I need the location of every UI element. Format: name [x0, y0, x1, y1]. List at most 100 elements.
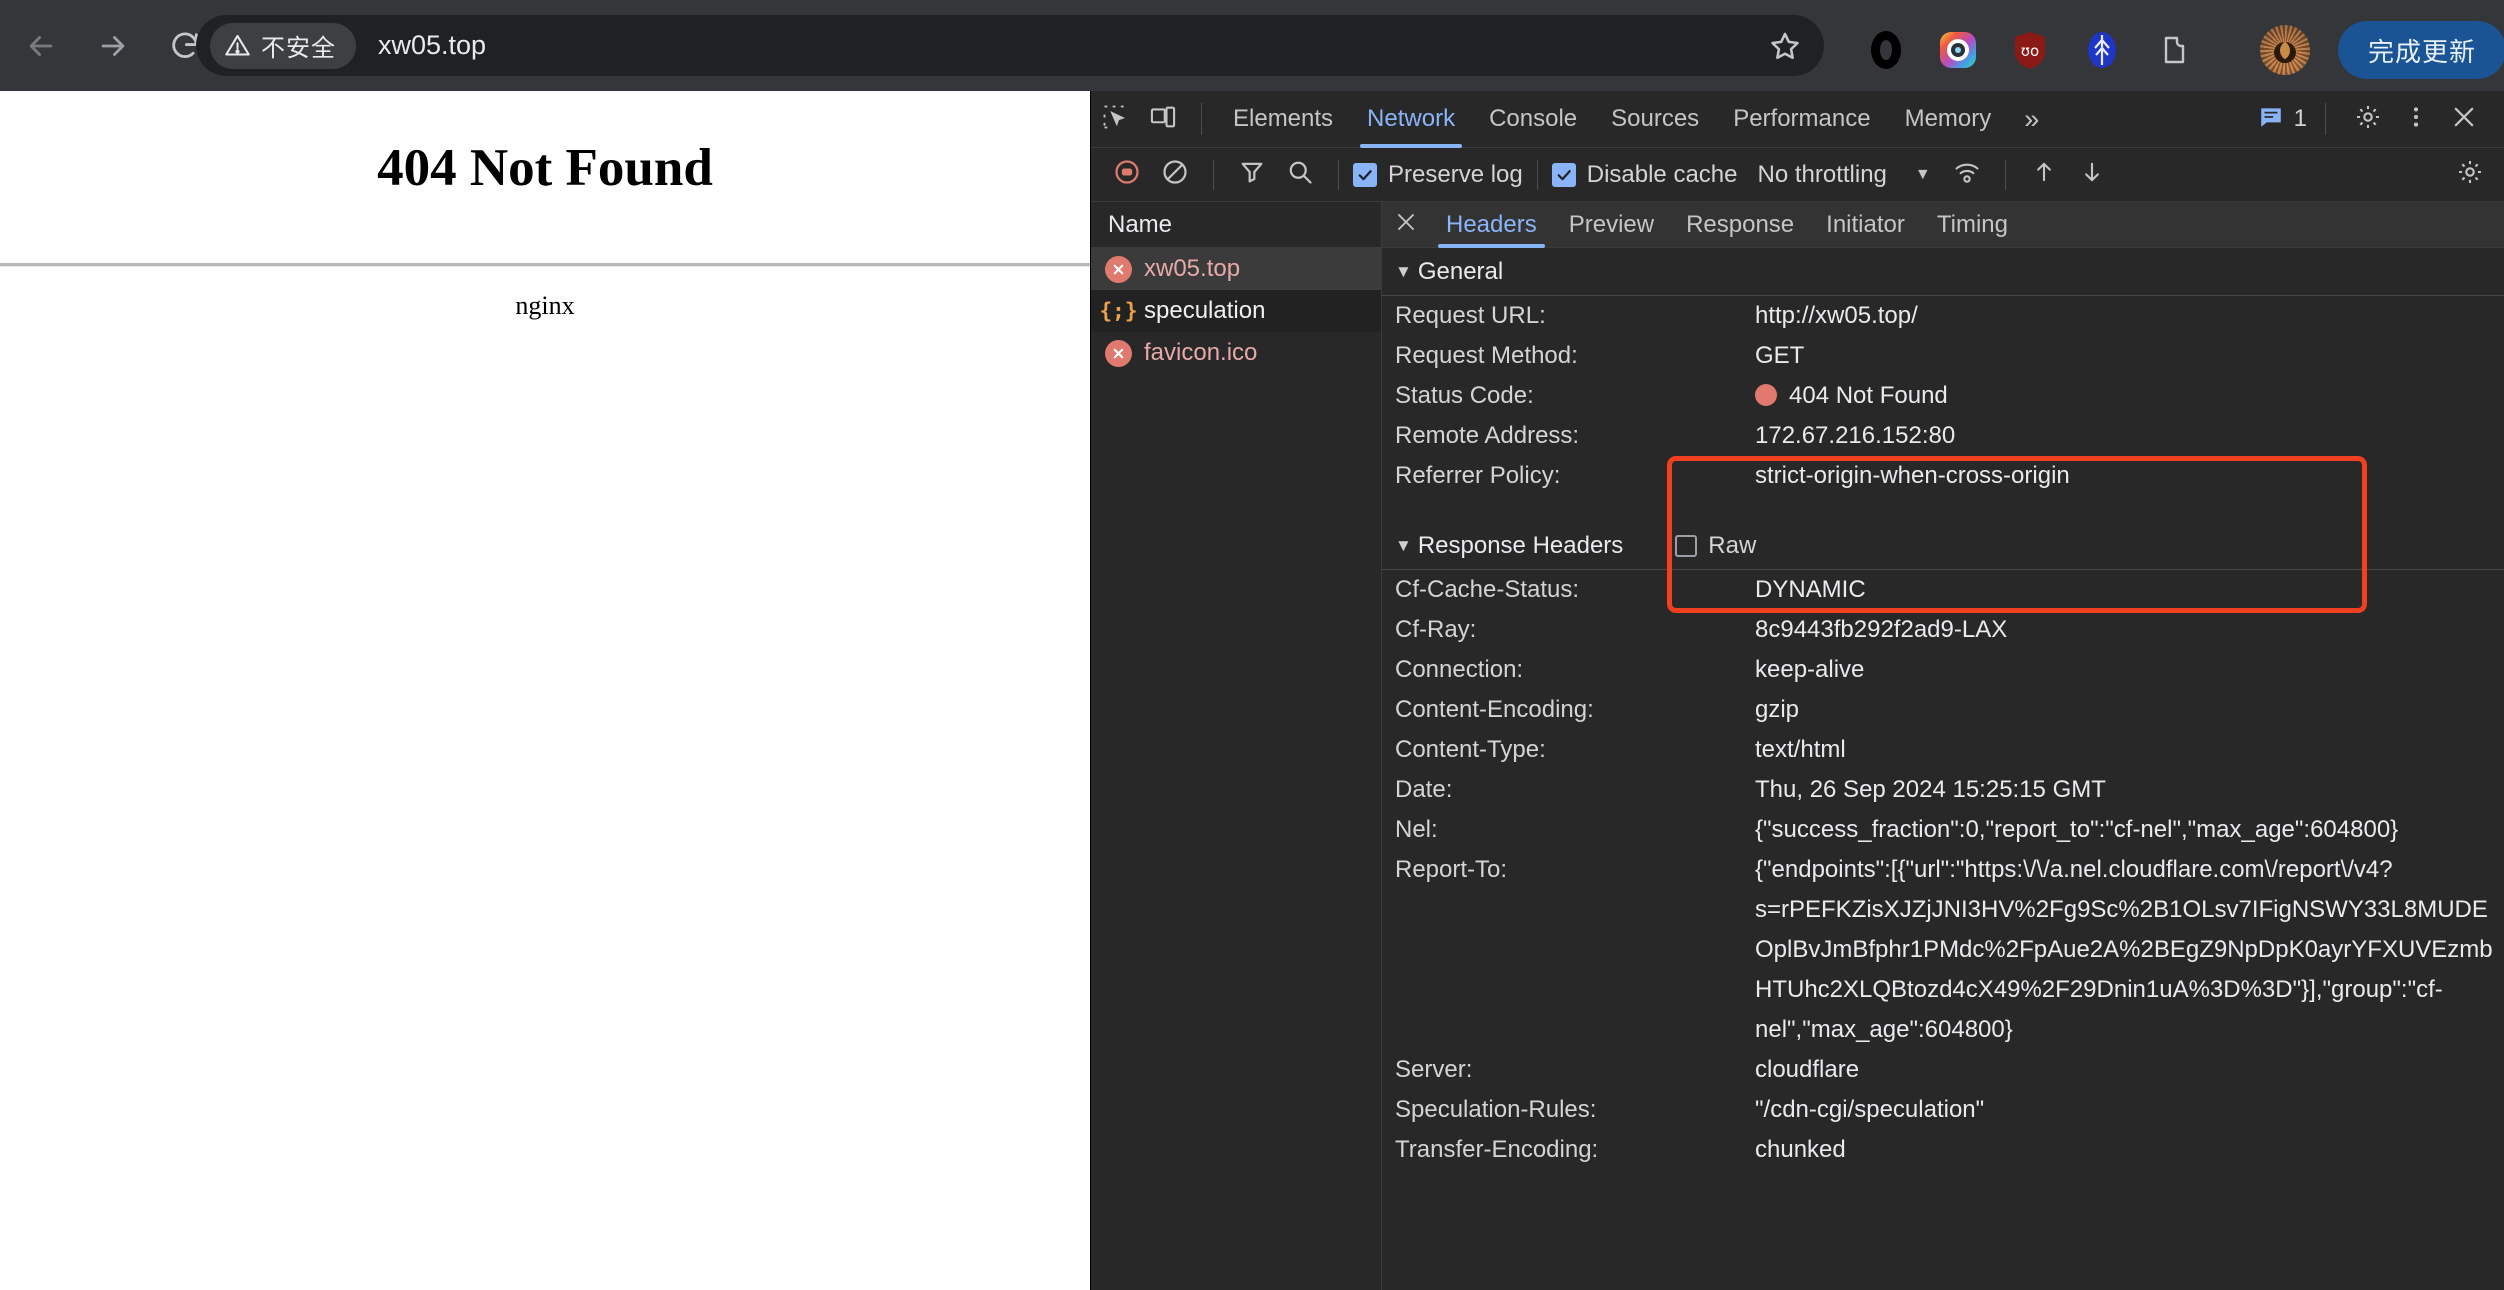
- finish-update-button[interactable]: 完成更新: [2338, 21, 2504, 79]
- row-value: {"endpoints":[{"url":"https:\/\/a.nel.cl…: [1755, 856, 2493, 1043]
- tab-performance[interactable]: Performance: [1716, 91, 1887, 148]
- request-name: speculation: [1144, 297, 1266, 324]
- general-section-header[interactable]: ▼ General: [1382, 248, 2504, 296]
- address-bar-url: xw05.top: [378, 30, 487, 60]
- tab-console[interactable]: Console: [1472, 91, 1594, 148]
- filter-icon: [1238, 158, 1266, 191]
- close-detail-button[interactable]: [1382, 210, 1430, 239]
- gear-icon: [2456, 158, 2484, 191]
- detail-tab-initiator[interactable]: Initiator: [1810, 202, 1921, 248]
- tab-label: Elements: [1233, 105, 1334, 132]
- netbar-divider-2: [1338, 159, 1339, 190]
- caret-down-icon: ▼: [1395, 261, 1412, 281]
- tab-label: Network: [1367, 105, 1456, 132]
- row-value: GET: [1755, 342, 1805, 369]
- netbar-divider-3: [1536, 159, 1538, 190]
- import-har-button[interactable]: [2020, 153, 2068, 197]
- general-row-remote-address: Remote Address: 172.67.216.152:80: [1382, 416, 2504, 456]
- row-key: Content-Encoding:: [1395, 696, 1594, 723]
- extension-ublock-icon[interactable]: ʊᴏ: [2006, 26, 2054, 74]
- record-stop-icon: [1113, 158, 1141, 191]
- filter-button[interactable]: [1228, 153, 1276, 197]
- raw-toggle[interactable]: Raw: [1675, 532, 1756, 560]
- svg-text:ʊᴏ: ʊᴏ: [2021, 42, 2039, 60]
- request-list-header: Name: [1091, 202, 1381, 248]
- extension-shield-icon[interactable]: [2078, 26, 2126, 74]
- network-conditions-button[interactable]: [1943, 153, 1991, 197]
- device-toggle-icon: [1149, 103, 1177, 136]
- devtools-panel: Elements Network Console Sources Perform…: [1090, 91, 2504, 1290]
- devtools-close-button[interactable]: [2440, 97, 2488, 141]
- row-key: Transfer-Encoding:: [1395, 1136, 1599, 1163]
- row-key: Remote Address:: [1395, 422, 1580, 449]
- preserve-log-checkbox[interactable]: Preserve log: [1353, 161, 1523, 189]
- throttling-value: No throttling: [1757, 160, 1887, 188]
- clear-button[interactable]: [1151, 153, 1199, 197]
- tab-elements[interactable]: Elements: [1216, 91, 1350, 148]
- tab-sources[interactable]: Sources: [1594, 91, 1716, 148]
- detail-tab-label: Headers: [1446, 210, 1537, 238]
- request-row-speculation[interactable]: {;} speculation: [1091, 290, 1381, 332]
- request-row-favicon[interactable]: favicon.ico: [1091, 332, 1381, 374]
- json-icon: {;}: [1099, 299, 1138, 323]
- devtools-menu-button[interactable]: [2392, 97, 2440, 141]
- back-button[interactable]: [10, 15, 72, 77]
- kebab-menu-icon: [2403, 104, 2429, 135]
- checkbox-checked-icon: [1551, 162, 1576, 187]
- general-row-request-method: Request Method: GET: [1382, 336, 2504, 376]
- netbar-divider-1: [1213, 159, 1214, 190]
- throttling-select[interactable]: No throttling ▼: [1757, 161, 1930, 189]
- export-har-button[interactable]: [2068, 153, 2116, 197]
- detail-tab-preview[interactable]: Preview: [1553, 202, 1670, 248]
- row-key: Server:: [1395, 1056, 1473, 1083]
- detail-tab-label: Timing: [1936, 210, 2008, 238]
- row-key: Referrer Policy:: [1395, 462, 1561, 489]
- response-row-cf-ray: Cf-Ray: 8c9443fb292f2ad9-LAX: [1382, 610, 2504, 650]
- devtools-settings-button[interactable]: [2344, 97, 2392, 141]
- address-bar[interactable]: 不安全 xw05.top: [196, 15, 1824, 76]
- avatar[interactable]: [2260, 25, 2310, 75]
- row-key: Status Code:: [1395, 382, 1534, 409]
- tab-network[interactable]: Network: [1350, 91, 1472, 148]
- row-key: Content-Type:: [1395, 736, 1546, 763]
- record-button[interactable]: [1103, 153, 1151, 197]
- detail-tab-headers[interactable]: Headers: [1430, 202, 1553, 248]
- issues-icon[interactable]: [2258, 104, 2284, 135]
- network-conditions-icon: [1953, 158, 1981, 191]
- clear-icon: [1161, 158, 1189, 191]
- extension-puzzle-icon[interactable]: [2150, 26, 2198, 74]
- inspect-element-button[interactable]: [1091, 97, 1139, 141]
- search-button[interactable]: [1276, 153, 1324, 197]
- forward-button[interactable]: [82, 15, 144, 77]
- row-value: 404 Not Found: [1755, 376, 2504, 416]
- actions-divider: [2325, 103, 2326, 135]
- extension-camera-icon[interactable]: [1934, 26, 1982, 74]
- row-value: gzip: [1755, 696, 1800, 723]
- gear-icon: [2354, 103, 2382, 136]
- error-icon: [1105, 339, 1132, 367]
- headers-scroll-area[interactable]: ▼ General Request URL: http://xw05.top/ …: [1382, 248, 2504, 1290]
- row-key: Cf-Ray:: [1395, 616, 1477, 643]
- browser-toolbar: 不安全 xw05.top ʊᴏ 完成更新: [0, 0, 2504, 91]
- row-value: keep-alive: [1755, 656, 1865, 683]
- more-tabs-button[interactable]: »: [2008, 104, 2055, 135]
- extension-ring-icon[interactable]: [1862, 26, 1910, 74]
- chevron-down-icon: ▼: [1914, 165, 1931, 183]
- extensions-strip: ʊᴏ 完成更新: [1838, 21, 2504, 79]
- network-settings-button[interactable]: [2446, 153, 2494, 197]
- device-toolbar-button[interactable]: [1139, 97, 1187, 141]
- close-icon: [1394, 210, 1418, 239]
- tab-memory[interactable]: Memory: [1888, 91, 2009, 148]
- detail-tab-label: Initiator: [1826, 210, 1905, 238]
- row-key: Request URL:: [1395, 302, 1546, 329]
- detail-tab-timing[interactable]: Timing: [1921, 202, 2024, 248]
- detail-tab-response[interactable]: Response: [1670, 202, 1810, 248]
- star-icon[interactable]: [1768, 29, 1802, 63]
- row-value: 8c9443fb292f2ad9-LAX: [1755, 616, 2008, 643]
- response-headers-section-header[interactable]: ▼ Response Headers Raw: [1382, 522, 2504, 570]
- inspect-cursor-icon: [1101, 103, 1129, 136]
- request-row-xw05[interactable]: xw05.top: [1091, 248, 1381, 290]
- disable-cache-checkbox[interactable]: Disable cache: [1551, 161, 1737, 189]
- security-status-chip[interactable]: 不安全: [210, 22, 356, 69]
- row-value: http://xw05.top/: [1755, 302, 1918, 329]
